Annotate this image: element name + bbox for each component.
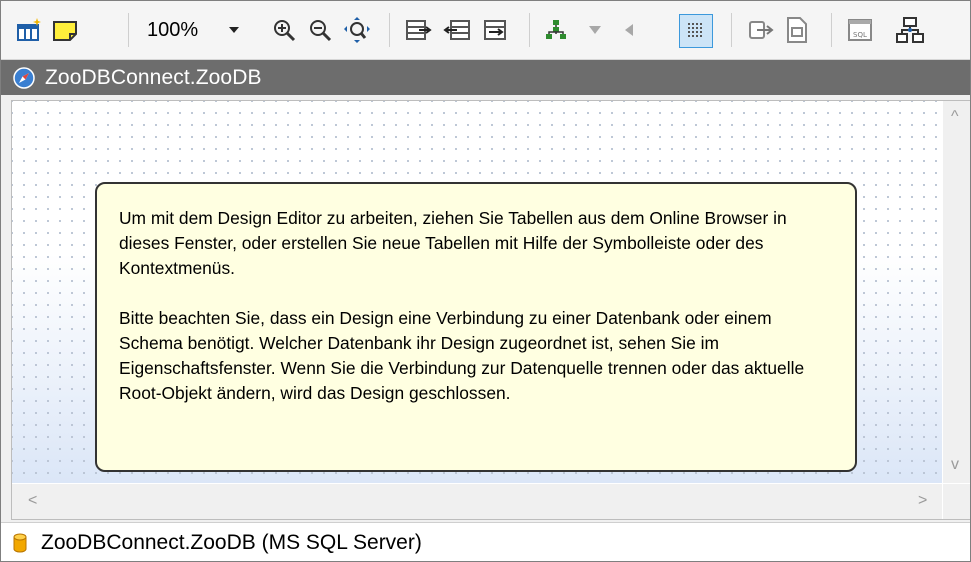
grid-icon xyxy=(688,23,702,37)
toggle-tables-icon[interactable] xyxy=(479,11,511,49)
auto-layout-icon[interactable] xyxy=(541,11,571,49)
scroll-up-arrow[interactable]: ^ xyxy=(951,109,959,125)
zoom-out-icon[interactable] xyxy=(305,11,335,49)
layout-arrow-left-icon[interactable] xyxy=(615,11,643,49)
scroll-right-arrow[interactable]: > xyxy=(918,493,927,509)
toolbar-separator xyxy=(831,13,832,47)
add-tables-icon[interactable] xyxy=(13,11,47,49)
print-preview-icon[interactable] xyxy=(781,11,813,49)
export-icon[interactable] xyxy=(745,11,777,49)
zoom-value[interactable]: 100% xyxy=(141,19,225,42)
layout-arrow-down-icon[interactable] xyxy=(581,11,609,49)
grid-toggle-button[interactable] xyxy=(679,14,713,48)
svg-text:SQL: SQL xyxy=(853,31,867,39)
design-title: ZooDBConnect.ZooDB xyxy=(45,65,262,89)
toolbar-separator xyxy=(731,13,732,47)
design-title-bar: ZooDBConnect.ZooDB xyxy=(1,60,970,95)
toolbar-separator xyxy=(128,13,129,47)
expand-tables-icon[interactable] xyxy=(403,11,435,49)
design-compass-icon xyxy=(13,66,35,89)
horizontal-scrollbar[interactable]: < > xyxy=(12,484,942,519)
scroll-left-arrow[interactable]: < xyxy=(28,493,37,509)
scrollbar-corner xyxy=(943,484,970,519)
vertical-scrollbar[interactable]: ^ v xyxy=(943,101,970,483)
connection-status-text: ZooDBConnect.ZooDB (MS SQL Server) xyxy=(41,530,422,554)
collapse-tables-icon[interactable] xyxy=(441,11,473,49)
toolbar-separator xyxy=(389,13,390,47)
zoom-dropdown-icon[interactable] xyxy=(225,16,243,44)
hint-paragraph-1: Um mit dem Design Editor zu arbeiten, zi… xyxy=(119,208,787,278)
zoom-combo[interactable]: 100% xyxy=(141,15,247,45)
hint-paragraph-2: Bitte beachten Sie, dass ein Design eine… xyxy=(119,308,805,403)
toolbar: 100% SQL xyxy=(1,1,970,60)
design-editor-window: 100% SQL ZooDBConnect.ZooDB ^ v < > Um m… xyxy=(0,0,971,562)
zoom-in-icon[interactable] xyxy=(269,11,299,49)
zoom-fit-icon[interactable] xyxy=(341,11,373,49)
database-icon xyxy=(13,533,27,552)
design-editor-hint-box: Um mit dem Design Editor zu arbeiten, zi… xyxy=(95,182,857,472)
add-note-icon[interactable] xyxy=(49,11,81,49)
scroll-down-arrow[interactable]: v xyxy=(951,457,959,473)
toolbar-separator xyxy=(529,13,530,47)
status-bar: ZooDBConnect.ZooDB (MS SQL Server) xyxy=(1,522,970,561)
relationships-icon[interactable] xyxy=(893,11,927,49)
sql-icon[interactable]: SQL xyxy=(845,11,877,49)
